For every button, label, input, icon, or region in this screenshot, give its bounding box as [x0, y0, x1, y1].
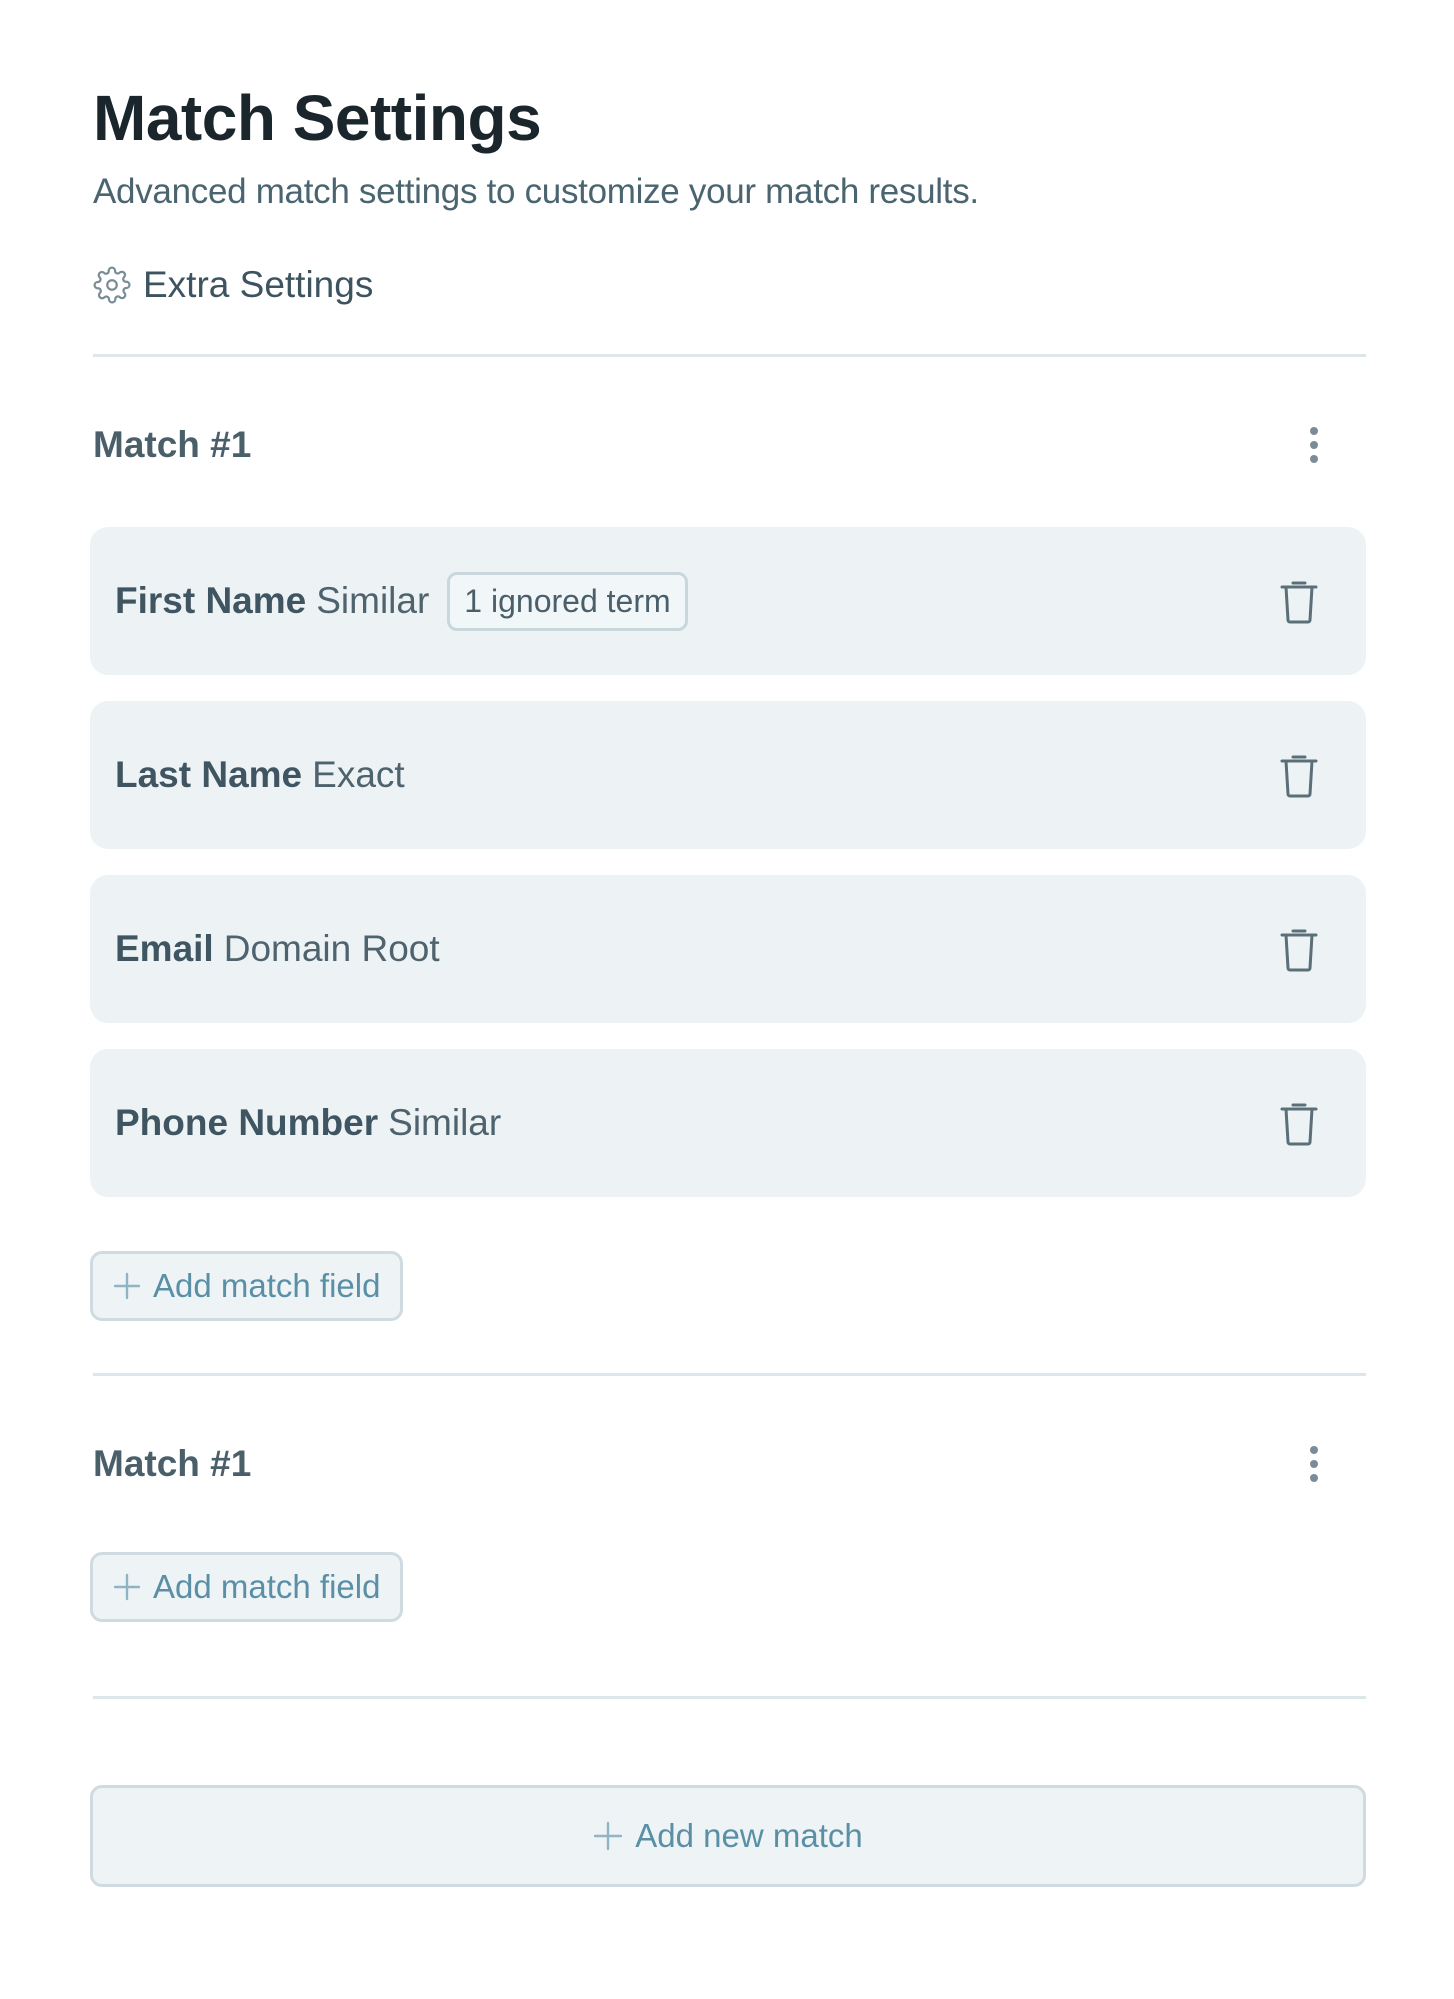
field-mode: Similar	[388, 1102, 502, 1143]
trash-icon[interactable]	[1276, 750, 1322, 800]
match-header: Match #1	[93, 415, 1366, 475]
add-match-field-button[interactable]: Add match field	[90, 1552, 404, 1622]
match-field-row: Last Name Exact	[90, 701, 1366, 849]
match-field-row: Email Domain Root	[90, 875, 1366, 1023]
ignored-terms-badge[interactable]: 1 ignored term	[447, 571, 688, 631]
add-match-field-button[interactable]: Add match field	[90, 1251, 404, 1321]
plus-icon	[113, 1272, 141, 1300]
extra-settings-label: Extra Settings	[143, 264, 374, 305]
field-mode: Exact	[312, 754, 405, 795]
trash-icon[interactable]	[1276, 924, 1322, 974]
match-field-row: First Name Similar 1 ignored term	[90, 527, 1366, 675]
match-field-row: Phone Number Similar	[90, 1049, 1366, 1197]
kebab-menu-icon[interactable]	[1294, 1434, 1334, 1494]
field-name: Last Name	[115, 754, 303, 795]
add-new-match-button[interactable]: Add new match	[90, 1785, 1366, 1887]
match-title: Match #1	[93, 424, 252, 465]
divider	[93, 1696, 1366, 1699]
trash-icon[interactable]	[1276, 576, 1322, 626]
page-title: Match Settings	[93, 82, 542, 154]
divider	[93, 354, 1366, 357]
page-subtitle: Advanced match settings to customize you…	[93, 172, 979, 211]
match-section-2: Match #1 Add match field	[90, 1434, 1366, 1622]
plus-icon	[113, 1573, 141, 1601]
match-header: Match #1	[93, 1434, 1366, 1494]
field-mode: Domain Root	[223, 928, 440, 969]
trash-icon[interactable]	[1276, 1098, 1322, 1148]
kebab-menu-icon[interactable]	[1294, 415, 1334, 475]
field-name: Phone Number	[115, 1102, 379, 1143]
plus-icon	[593, 1821, 623, 1851]
add-match-field-label: Add match field	[153, 1568, 381, 1605]
field-name: Email	[115, 928, 214, 969]
field-mode: Similar	[316, 580, 430, 621]
match-settings-page: Match Settings Advanced match settings t…	[90, 78, 1366, 1887]
add-match-field-label: Add match field	[153, 1267, 381, 1304]
extra-settings-link[interactable]: Extra Settings	[93, 260, 1366, 310]
match-fields-list: First Name Similar 1 ignored term Last N…	[90, 527, 1366, 1197]
gear-icon	[93, 266, 131, 304]
match-title: Match #1	[93, 1443, 252, 1484]
field-name: First Name	[115, 580, 307, 621]
add-new-match-label: Add new match	[635, 1817, 863, 1854]
divider	[93, 1373, 1366, 1376]
match-section-1: Match #1 First Name Similar 1 ignored te…	[90, 415, 1366, 1321]
